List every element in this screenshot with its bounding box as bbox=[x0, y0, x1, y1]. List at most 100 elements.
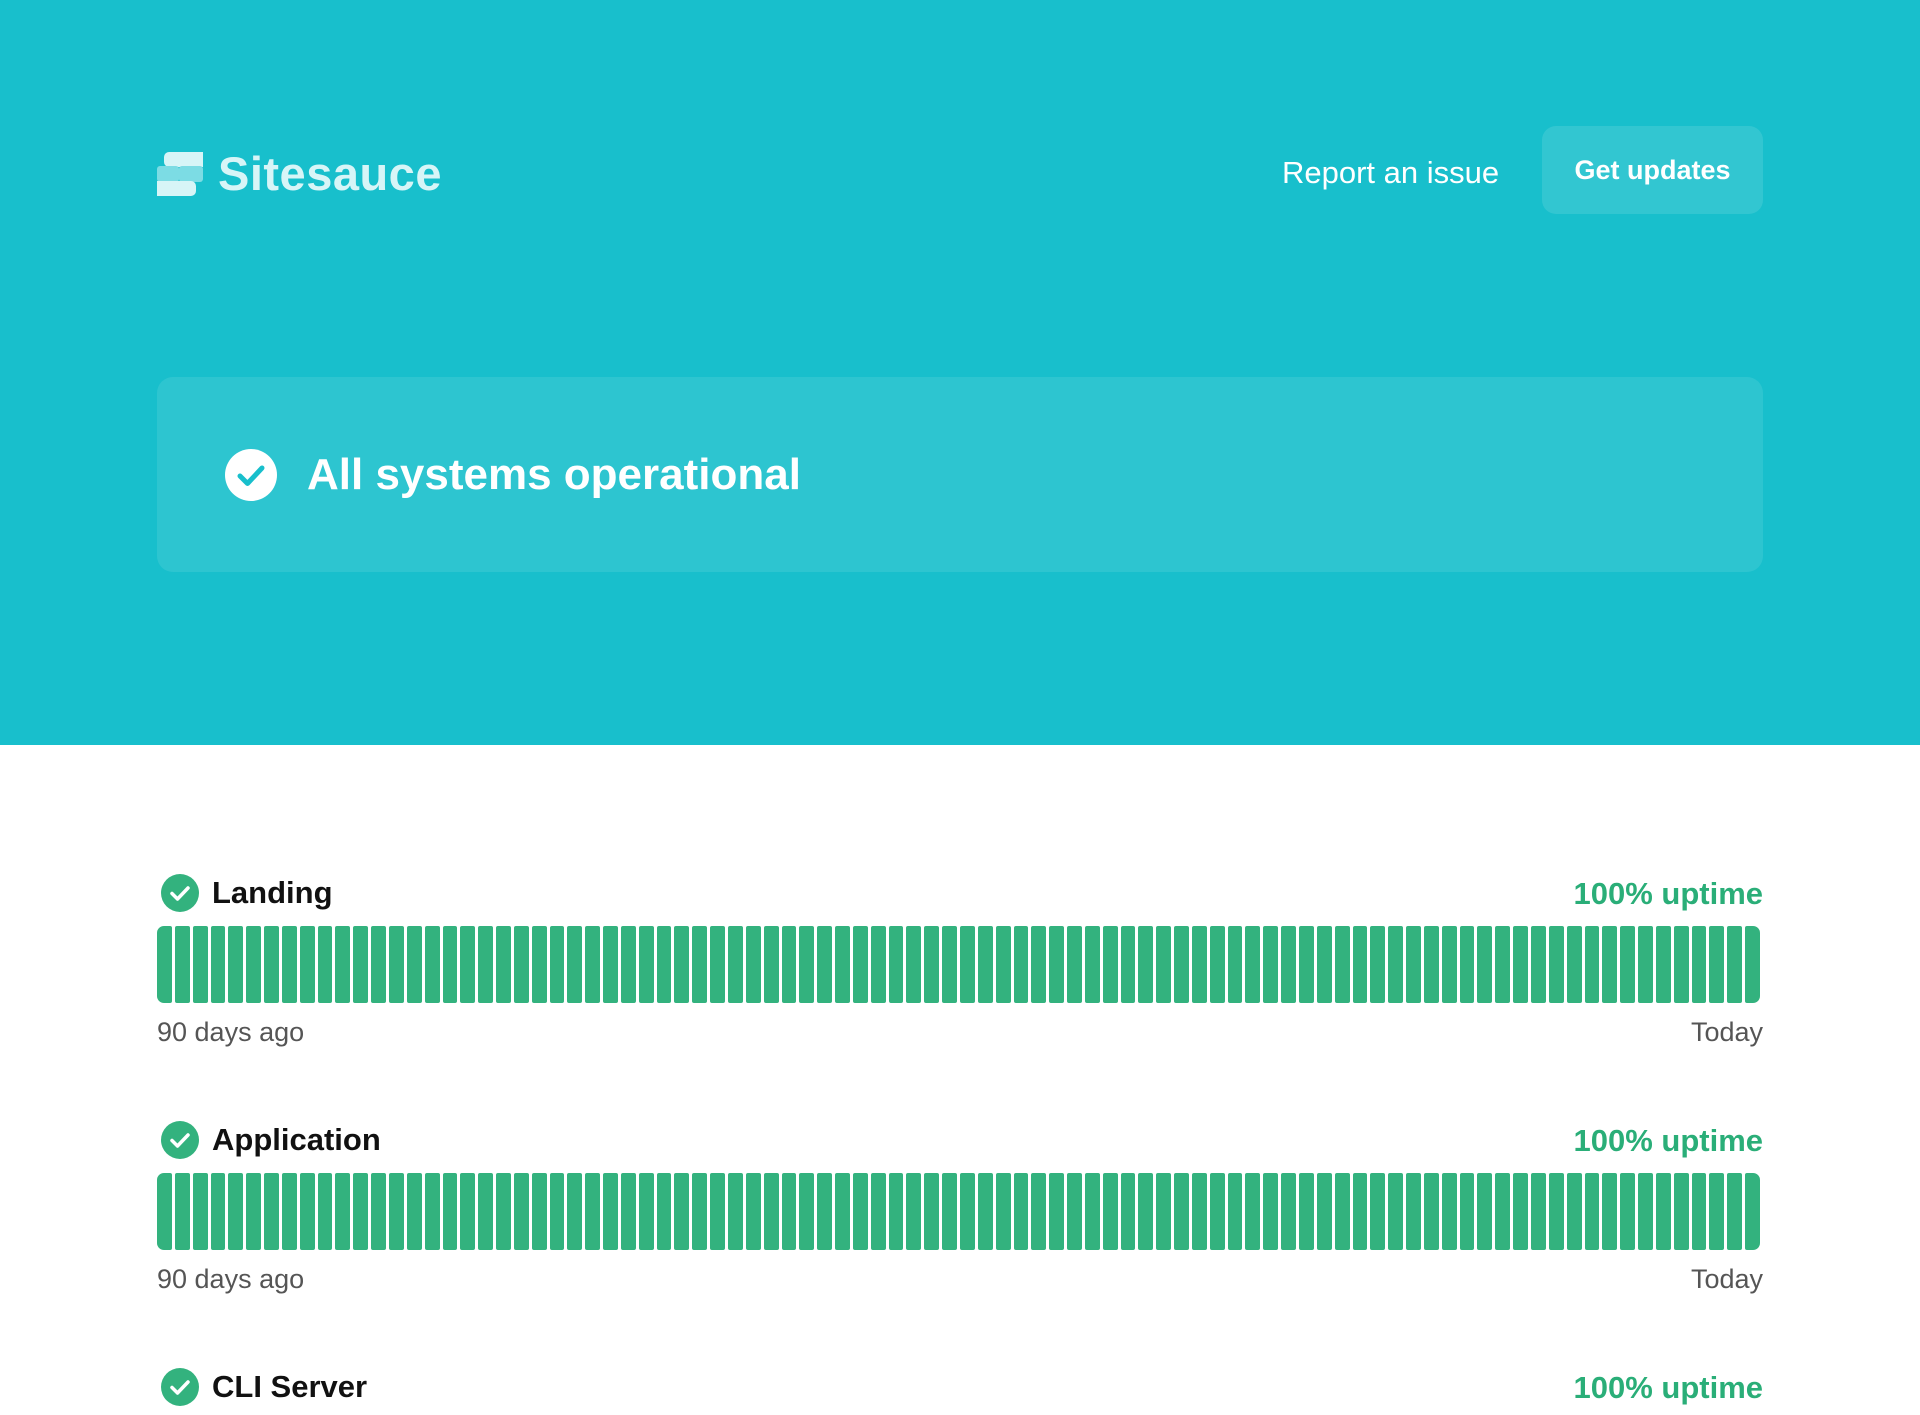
uptime-day-bar[interactable] bbox=[745, 1173, 761, 1250]
uptime-day-bar[interactable] bbox=[549, 1173, 565, 1250]
uptime-day-bar[interactable] bbox=[388, 1173, 404, 1250]
uptime-day-bar[interactable] bbox=[442, 1173, 458, 1250]
uptime-day-bar[interactable] bbox=[210, 1173, 226, 1250]
uptime-day-bar[interactable] bbox=[424, 926, 440, 1003]
uptime-day-bar[interactable] bbox=[496, 926, 511, 1003]
uptime-day-bar[interactable] bbox=[1513, 1173, 1528, 1250]
uptime-day-bar[interactable] bbox=[620, 926, 636, 1003]
uptime-day-bar[interactable] bbox=[942, 1173, 957, 1250]
uptime-day-bar[interactable] bbox=[1620, 926, 1636, 1003]
uptime-day-bar[interactable] bbox=[174, 1173, 190, 1250]
uptime-day-bar[interactable] bbox=[1352, 926, 1368, 1003]
uptime-day-bar[interactable] bbox=[157, 926, 172, 1003]
uptime-day-bar[interactable] bbox=[959, 1173, 975, 1250]
uptime-day-bar[interactable] bbox=[1638, 926, 1653, 1003]
uptime-day-bar[interactable] bbox=[1441, 926, 1457, 1003]
uptime-day-bar[interactable] bbox=[1120, 926, 1136, 1003]
uptime-day-bar[interactable] bbox=[1495, 1173, 1511, 1250]
uptime-day-bar[interactable] bbox=[317, 926, 333, 1003]
uptime-day-bar[interactable] bbox=[1673, 926, 1689, 1003]
uptime-day-bar[interactable] bbox=[210, 926, 226, 1003]
uptime-day-bar[interactable] bbox=[371, 1173, 386, 1250]
uptime-day-bar[interactable] bbox=[852, 1173, 868, 1250]
uptime-day-bar[interactable] bbox=[745, 926, 761, 1003]
uptime-day-bar[interactable] bbox=[817, 1173, 833, 1250]
uptime-day-bar[interactable] bbox=[460, 1173, 476, 1250]
uptime-day-bar[interactable] bbox=[1084, 1173, 1100, 1250]
uptime-day-bar[interactable] bbox=[870, 926, 886, 1003]
uptime-day-bar[interactable] bbox=[1584, 926, 1600, 1003]
uptime-day-bar[interactable] bbox=[692, 926, 708, 1003]
uptime-day-bar[interactable] bbox=[1745, 926, 1760, 1003]
uptime-day-bar[interactable] bbox=[1299, 926, 1314, 1003]
uptime-day-bar[interactable] bbox=[1316, 1173, 1332, 1250]
uptime-day-bar[interactable] bbox=[1495, 926, 1511, 1003]
uptime-day-bar[interactable] bbox=[1388, 1173, 1404, 1250]
uptime-day-bar[interactable] bbox=[1049, 926, 1065, 1003]
uptime-day-bar[interactable] bbox=[1227, 1173, 1243, 1250]
uptime-day-bar[interactable] bbox=[1138, 1173, 1154, 1250]
uptime-day-bar[interactable] bbox=[246, 1173, 262, 1250]
uptime-day-bar[interactable] bbox=[192, 926, 208, 1003]
uptime-day-bar[interactable] bbox=[1191, 1173, 1207, 1250]
uptime-day-bar[interactable] bbox=[157, 1173, 172, 1250]
uptime-day-bar[interactable] bbox=[1423, 926, 1439, 1003]
uptime-day-bar[interactable] bbox=[1138, 926, 1154, 1003]
uptime-day-bar[interactable] bbox=[1620, 1173, 1636, 1250]
uptime-day-bar[interactable] bbox=[1727, 926, 1743, 1003]
uptime-day-bar[interactable] bbox=[1334, 1173, 1350, 1250]
uptime-day-bar[interactable] bbox=[852, 926, 868, 1003]
uptime-day-bar[interactable] bbox=[1406, 1173, 1421, 1250]
uptime-day-bar[interactable] bbox=[1477, 926, 1493, 1003]
uptime-day-bar[interactable] bbox=[1191, 926, 1207, 1003]
uptime-day-bar[interactable] bbox=[977, 926, 993, 1003]
uptime-day-bar[interactable] bbox=[995, 1173, 1011, 1250]
uptime-day-bar[interactable] bbox=[638, 926, 654, 1003]
uptime-day-bar[interactable] bbox=[317, 1173, 333, 1250]
uptime-day-bar[interactable] bbox=[1655, 926, 1671, 1003]
uptime-day-bar[interactable] bbox=[1602, 926, 1618, 1003]
uptime-day-bar[interactable] bbox=[656, 1173, 672, 1250]
uptime-day-bar[interactable] bbox=[1584, 1173, 1600, 1250]
uptime-day-bar[interactable] bbox=[1352, 1173, 1368, 1250]
uptime-day-bar[interactable] bbox=[1745, 1173, 1760, 1250]
uptime-day-bar[interactable] bbox=[888, 926, 904, 1003]
uptime-day-bar[interactable] bbox=[674, 1173, 690, 1250]
uptime-day-bar[interactable] bbox=[781, 1173, 797, 1250]
uptime-day-bar[interactable] bbox=[567, 1173, 583, 1250]
uptime-day-bar[interactable] bbox=[977, 1173, 993, 1250]
uptime-day-bar[interactable] bbox=[246, 926, 262, 1003]
uptime-day-bar[interactable] bbox=[1655, 1173, 1671, 1250]
uptime-day-bar[interactable] bbox=[835, 926, 850, 1003]
uptime-day-bar[interactable] bbox=[353, 926, 369, 1003]
uptime-day-bar[interactable] bbox=[638, 1173, 654, 1250]
uptime-day-bar[interactable] bbox=[585, 1173, 601, 1250]
uptime-day-bar[interactable] bbox=[1120, 1173, 1136, 1250]
uptime-day-bar[interactable] bbox=[1691, 1173, 1707, 1250]
uptime-day-bar[interactable] bbox=[192, 1173, 208, 1250]
uptime-day-bar[interactable] bbox=[371, 926, 386, 1003]
uptime-day-bar[interactable] bbox=[1709, 926, 1725, 1003]
uptime-day-bar[interactable] bbox=[1477, 1173, 1493, 1250]
uptime-day-bar[interactable] bbox=[728, 926, 743, 1003]
uptime-day-bar[interactable] bbox=[264, 926, 279, 1003]
uptime-day-bar[interactable] bbox=[781, 926, 797, 1003]
uptime-day-bar[interactable] bbox=[924, 1173, 940, 1250]
uptime-day-bar[interactable] bbox=[710, 1173, 725, 1250]
uptime-day-bar[interactable] bbox=[692, 1173, 708, 1250]
uptime-day-bar[interactable] bbox=[1316, 926, 1332, 1003]
uptime-day-bar[interactable] bbox=[1013, 1173, 1029, 1250]
uptime-day-bar[interactable] bbox=[924, 926, 940, 1003]
uptime-day-bar[interactable] bbox=[281, 1173, 297, 1250]
uptime-day-bar[interactable] bbox=[424, 1173, 440, 1250]
uptime-day-bar[interactable] bbox=[567, 926, 583, 1003]
uptime-day-bar[interactable] bbox=[1548, 926, 1564, 1003]
uptime-day-bar[interactable] bbox=[763, 1173, 779, 1250]
uptime-day-bar[interactable] bbox=[531, 926, 547, 1003]
uptime-day-bar[interactable] bbox=[1084, 926, 1100, 1003]
uptime-day-bar[interactable] bbox=[1281, 1173, 1296, 1250]
uptime-day-bar[interactable] bbox=[496, 1173, 511, 1250]
uptime-day-bar[interactable] bbox=[1174, 926, 1189, 1003]
uptime-day-bar[interactable] bbox=[603, 1173, 618, 1250]
uptime-day-bar[interactable] bbox=[513, 926, 529, 1003]
